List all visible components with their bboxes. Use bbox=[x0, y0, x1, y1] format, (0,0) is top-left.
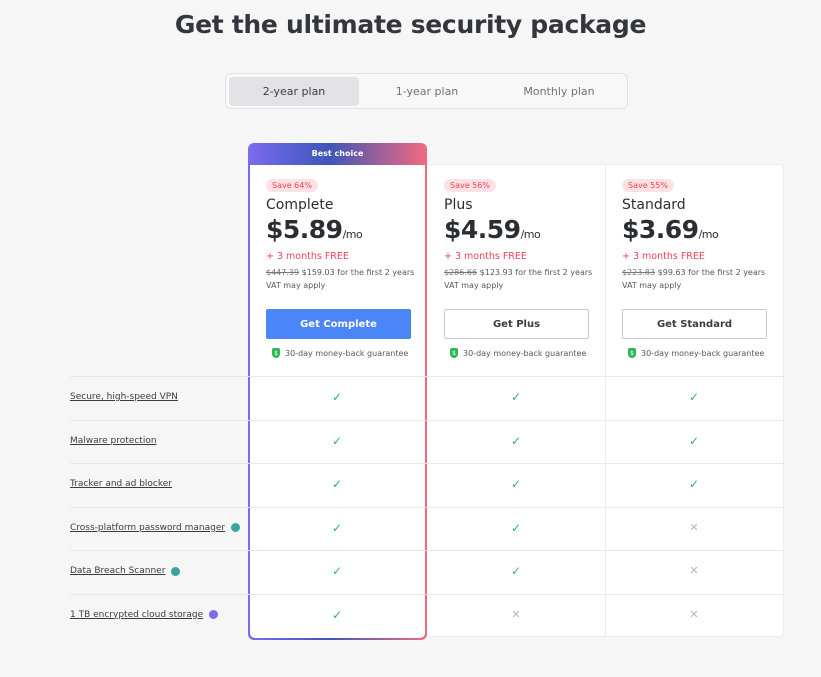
cross-icon: ✕ bbox=[511, 607, 521, 621]
tab-1-year-plan[interactable]: 1-year plan bbox=[362, 77, 492, 106]
feature-label-text[interactable]: Data Breach Scanner bbox=[70, 566, 165, 576]
price-value: $5.89 bbox=[266, 215, 343, 244]
feature-label[interactable]: 1 TB encrypted cloud storage bbox=[70, 610, 219, 620]
plan-tabs: 2-year plan 1-year plan Monthly plan bbox=[225, 73, 628, 109]
check-icon: ✓ bbox=[331, 477, 343, 491]
feature-label-text[interactable]: Cross-platform password manager bbox=[70, 523, 225, 533]
feature-label-text[interactable]: Secure, high-speed VPN bbox=[70, 392, 178, 402]
price-period: /mo bbox=[698, 228, 719, 241]
plan-complete: Save 64% Complete $5.89/mo + 3 months FR… bbox=[249, 165, 427, 358]
plan-standard: Save 55% Standard $3.69/mo + 3 months FR… bbox=[605, 165, 783, 358]
plan-price: $4.59/mo bbox=[444, 215, 605, 244]
free-months: + 3 months FREE bbox=[622, 251, 705, 262]
check-icon: ✓ bbox=[688, 433, 700, 448]
plan-name: Standard bbox=[622, 197, 686, 213]
check-icon: ✓ bbox=[331, 564, 343, 578]
check-icon: ✓ bbox=[510, 520, 522, 535]
get-plus-button[interactable]: Get Plus bbox=[444, 309, 589, 339]
original-price: $223.83 bbox=[622, 268, 656, 277]
feature-label-text[interactable]: 1 TB encrypted cloud storage bbox=[70, 610, 203, 620]
vat-note: VAT may apply bbox=[622, 281, 682, 290]
save-badge: Save 56% bbox=[444, 179, 496, 192]
discounted-price: $159.03 for the first 2 years bbox=[301, 268, 415, 277]
guarantee-text: 30-day money-back guarantee bbox=[463, 348, 587, 358]
discounted-price: $123.93 for the first 2 years bbox=[479, 268, 593, 277]
price-detail: $223.83 $99.63 for the first 2 years bbox=[622, 268, 783, 277]
price-period: /mo bbox=[342, 228, 363, 241]
feature-row: Tracker and ad blocker ✓ ✓ ✓ bbox=[70, 463, 783, 507]
guarantee: $30-day money-back guarantee bbox=[266, 348, 427, 358]
feature-row: 1 TB encrypted cloud storage ✓ ✕ ✕ bbox=[70, 593, 783, 638]
check-icon: ✓ bbox=[688, 390, 700, 404]
get-standard-button[interactable]: Get Standard bbox=[622, 309, 767, 339]
feature-row: Secure, high-speed VPN ✓ ✓ ✓ bbox=[70, 376, 783, 420]
price-value: $4.59 bbox=[444, 215, 521, 244]
original-price: $447.39 bbox=[266, 268, 300, 277]
get-complete-button[interactable]: Get Complete bbox=[266, 309, 411, 339]
feature-label[interactable]: Malware protection bbox=[70, 436, 157, 446]
feature-label[interactable]: Data Breach Scanner bbox=[70, 566, 181, 576]
save-badge: Save 64% bbox=[266, 179, 318, 192]
tab-2-year-plan[interactable]: 2-year plan bbox=[229, 77, 359, 106]
shield-dollar-icon: $ bbox=[272, 348, 280, 358]
feature-row: Data Breach Scanner ✓ ✓ ✕ bbox=[70, 550, 783, 594]
check-icon: ✓ bbox=[510, 564, 522, 578]
guarantee: $30-day money-back guarantee bbox=[444, 348, 605, 358]
plan-price: $3.69/mo bbox=[622, 215, 783, 244]
shield-dollar-icon: $ bbox=[450, 348, 458, 358]
cross-icon: ✕ bbox=[689, 607, 699, 621]
check-icon: ✓ bbox=[331, 607, 343, 622]
feature-row: Malware protection ✓ ✓ ✓ bbox=[70, 419, 783, 464]
best-choice-label: Best choice bbox=[311, 149, 364, 158]
price-detail: $447.39 $159.03 for the first 2 years bbox=[266, 268, 427, 277]
plan-name: Plus bbox=[444, 197, 473, 213]
price-period: /mo bbox=[520, 228, 541, 241]
vat-note: VAT may apply bbox=[444, 281, 504, 290]
discounted-price: $99.63 for the first 2 years bbox=[657, 268, 766, 277]
cross-icon: ✕ bbox=[689, 520, 699, 534]
guarantee: $30-day money-back guarantee bbox=[622, 348, 783, 358]
vat-note: VAT may apply bbox=[266, 281, 326, 290]
plan-price: $5.89/mo bbox=[266, 215, 427, 244]
shield-dollar-icon: $ bbox=[628, 348, 636, 358]
product-icon bbox=[209, 610, 219, 619]
feature-row: Cross-platform password manager ✓ ✓ ✕ bbox=[70, 506, 783, 551]
feature-label-text[interactable]: Malware protection bbox=[70, 436, 157, 446]
product-icon bbox=[231, 523, 241, 532]
tab-monthly-plan[interactable]: Monthly plan bbox=[494, 77, 624, 106]
plan-name: Complete bbox=[266, 197, 334, 213]
check-icon: ✓ bbox=[510, 433, 522, 448]
feature-label[interactable]: Secure, high-speed VPN bbox=[70, 392, 178, 402]
product-icon bbox=[171, 566, 181, 576]
feature-label-text[interactable]: Tracker and ad blocker bbox=[70, 479, 172, 489]
check-icon: ✓ bbox=[688, 477, 700, 491]
check-icon: ✓ bbox=[331, 390, 343, 404]
page-title: Get the ultimate security package bbox=[174, 10, 647, 39]
feature-label[interactable]: Tracker and ad blocker bbox=[70, 479, 172, 489]
price-detail: $286.66 $123.93 for the first 2 years bbox=[444, 268, 605, 277]
check-icon: ✓ bbox=[510, 477, 522, 491]
cross-icon: ✕ bbox=[689, 564, 699, 577]
price-value: $3.69 bbox=[622, 215, 699, 244]
guarantee-text: 30-day money-back guarantee bbox=[641, 348, 765, 358]
check-icon: ✓ bbox=[331, 520, 343, 535]
check-icon: ✓ bbox=[510, 390, 522, 404]
original-price: $286.66 bbox=[444, 268, 478, 277]
check-icon: ✓ bbox=[331, 433, 343, 448]
free-months: + 3 months FREE bbox=[444, 251, 527, 262]
plan-plus: Save 56% Plus $4.59/mo + 3 months FREE $… bbox=[427, 165, 605, 358]
save-badge: Save 55% bbox=[622, 179, 674, 192]
feature-label[interactable]: Cross-platform password manager bbox=[70, 523, 241, 533]
guarantee-text: 30-day money-back guarantee bbox=[285, 348, 409, 358]
free-months: + 3 months FREE bbox=[266, 251, 349, 262]
